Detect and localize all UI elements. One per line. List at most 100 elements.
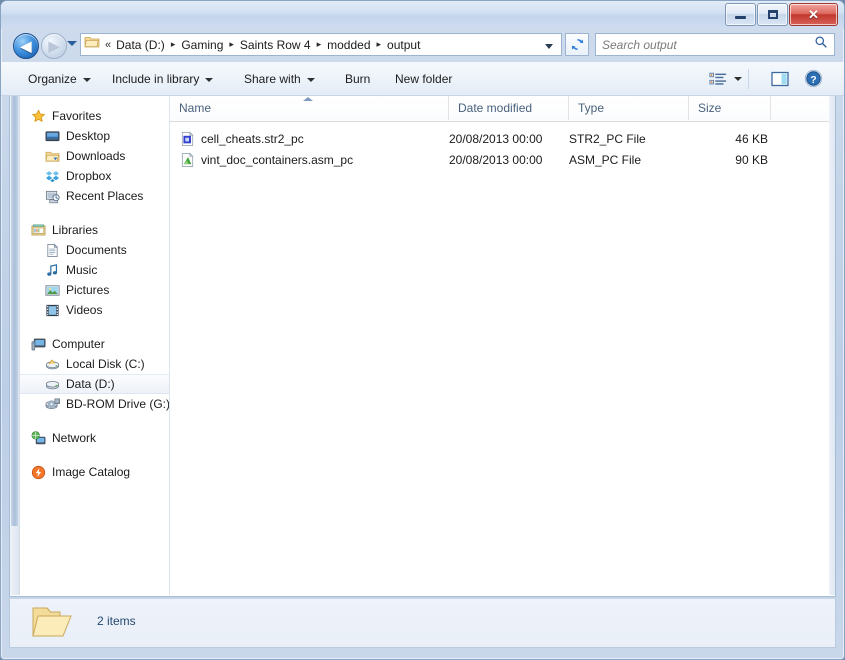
search-input[interactable]: Search output — [602, 38, 814, 52]
column-header-type-label: Type — [578, 101, 605, 115]
breadcrumb-overflow-icon[interactable]: « — [100, 39, 114, 51]
breadcrumb-item-1[interactable]: Gaming — [179, 36, 225, 54]
column-header-name-label: Name — [179, 101, 212, 115]
navigation-scrollbar-thumb[interactable] — [11, 96, 18, 526]
sidebar-item-downloads[interactable]: Downloads — [20, 146, 169, 166]
sidebar-group-computer-label: Computer — [52, 337, 105, 351]
forward-arrow-icon: ▶ — [48, 38, 60, 54]
sidebar-item-downloads-label: Downloads — [66, 149, 126, 163]
sidebar-group-network[interactable]: Network — [20, 428, 169, 448]
sidebar-item-bd-rom-drive-g[interactable]: BD-ROM Drive (G:) F — [20, 394, 169, 414]
close-button[interactable]: ✕ — [789, 3, 838, 26]
help-button[interactable]: ? — [804, 67, 823, 90]
file-name-cell[interactable]: cell_cheats.str2_pc — [180, 130, 304, 147]
column-header-name[interactable]: Name — [170, 96, 449, 120]
maximize-icon — [758, 4, 787, 25]
sidebar-item-recent-places[interactable]: Recent Places — [20, 186, 169, 206]
breadcrumb-separator-0[interactable]: ▸ — [167, 39, 180, 50]
breadcrumb-item-4[interactable]: output — [385, 36, 422, 54]
refresh-button[interactable] — [565, 33, 589, 56]
breadcrumb-item-2[interactable]: Saints Row 4 — [238, 36, 313, 54]
address-bar[interactable]: « Data (D:) ▸ Gaming ▸ Saints Row 4 ▸ mo… — [80, 33, 562, 56]
sidebar-item-videos-label: Videos — [66, 303, 103, 317]
drive-icon — [44, 376, 60, 392]
column-header-date-modified[interactable]: Date modified — [449, 96, 569, 120]
music-icon — [44, 262, 60, 278]
sidebar-item-desktop[interactable]: Desktop — [20, 126, 169, 146]
recent-pages-chevron-down-icon[interactable] — [67, 41, 77, 46]
sidebar-group-image-catalog-label: Image Catalog — [52, 465, 131, 479]
column-header-type[interactable]: Type — [569, 96, 689, 120]
file-type-cell: ASM_PC File — [569, 152, 642, 167]
change-view-button[interactable] — [709, 67, 727, 90]
sidebar-group-image-catalog[interactable]: Image Catalog — [20, 462, 169, 482]
sidebar-item-pictures[interactable]: Pictures — [20, 280, 169, 300]
new-folder-button[interactable]: New folder — [388, 67, 459, 90]
column-headers: Name Date modified Type Size — [170, 96, 835, 122]
address-bar-row: ◀ ▶ « Data (D:) ▸ Gaming ▸ Saints Row 4 … — [1, 29, 844, 61]
sidebar-item-documents[interactable]: Documents — [20, 240, 169, 260]
view-caret-glyph — [734, 76, 742, 81]
table-row[interactable]: cell_cheats.str2_pc 20/08/2013 00:00 STR… — [170, 128, 835, 149]
breadcrumb-item-3[interactable]: modded — [325, 36, 372, 54]
change-view-chevron-down-icon[interactable] — [734, 67, 742, 90]
organize-chevron-down-icon — [82, 77, 91, 82]
folder-icon — [30, 604, 72, 642]
sidebar-item-local-disk-c[interactable]: Local Disk (C:) — [20, 354, 169, 374]
svg-text:?: ? — [810, 75, 816, 86]
file-list-scrollbar[interactable] — [829, 96, 835, 595]
search-box[interactable]: Search output — [595, 33, 835, 56]
sidebar-group-computer[interactable]: Computer — [20, 334, 169, 354]
image-catalog-icon — [30, 464, 46, 480]
burn-button[interactable]: Burn — [338, 67, 377, 90]
share-with-button[interactable]: Share with — [237, 67, 322, 90]
minimize-icon — [726, 4, 755, 25]
computer-icon — [30, 336, 46, 352]
forward-button[interactable]: ▶ — [41, 33, 67, 59]
command-toolbar: Organize Include in library Share with B… — [1, 62, 844, 96]
sidebar-item-documents-label: Documents — [66, 243, 127, 257]
column-header-blank[interactable] — [771, 96, 835, 120]
sidebar-item-dropbox[interactable]: Dropbox — [20, 166, 169, 186]
minimize-button[interactable] — [725, 3, 756, 26]
back-button[interactable]: ◀ — [13, 33, 39, 59]
include-in-library-button[interactable]: Include in library — [105, 67, 220, 90]
sidebar-item-desktop-label: Desktop — [66, 129, 111, 143]
str2-file-icon — [180, 130, 195, 147]
organize-button[interactable]: Organize — [21, 67, 98, 90]
breadcrumb-separator-1[interactable]: ▸ — [225, 39, 238, 50]
address-chevron-down-icon[interactable] — [545, 44, 553, 49]
breadcrumb-item-0[interactable]: Data (D:) — [114, 36, 167, 54]
navigation-pane-scrollbar[interactable] — [10, 96, 20, 595]
network-icon — [30, 430, 46, 446]
status-item-count: 2 items — [97, 614, 136, 628]
back-arrow-icon: ◀ — [20, 38, 32, 54]
desktop-icon — [44, 128, 60, 144]
show-preview-pane-button[interactable] — [771, 67, 789, 90]
breadcrumb-separator-3[interactable]: ▸ — [373, 39, 386, 50]
breadcrumb-separator-2[interactable]: ▸ — [313, 39, 326, 50]
include-in-library-chevron-down-icon — [205, 77, 214, 82]
view-list-icon — [709, 72, 727, 85]
sidebar-item-dropbox-label: Dropbox — [66, 169, 112, 183]
column-header-size[interactable]: Size — [689, 96, 771, 120]
file-name-cell[interactable]: vint_doc_containers.asm_pc — [180, 151, 353, 168]
asm-file-icon — [180, 151, 195, 168]
recent-places-icon — [44, 188, 60, 204]
help-icon: ? — [804, 69, 823, 88]
address-folder-icon — [84, 34, 100, 55]
table-row[interactable]: vint_doc_containers.asm_pc 20/08/2013 00… — [170, 149, 835, 170]
sidebar-group-favorites[interactable]: Favorites — [20, 106, 169, 126]
sidebar-item-data-d[interactable]: Data (D:) — [20, 374, 169, 394]
maximize-button[interactable] — [757, 3, 788, 26]
burn-label: Burn — [345, 71, 371, 86]
preview-pane-icon — [771, 71, 789, 86]
file-list-pane: Name Date modified Type Size cell_cheats… — [170, 96, 835, 595]
optical-drive-icon — [44, 396, 60, 412]
sidebar-item-videos[interactable]: Videos — [20, 300, 169, 320]
harddisk-icon — [44, 356, 60, 372]
sidebar-group-libraries[interactable]: Libraries — [20, 220, 169, 240]
sidebar-item-music[interactable]: Music — [20, 260, 169, 280]
